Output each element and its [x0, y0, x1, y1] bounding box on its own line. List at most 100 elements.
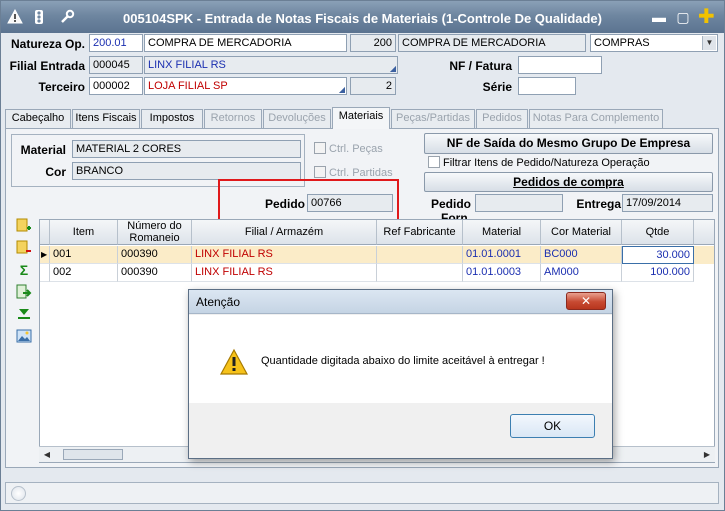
- tab-materiais[interactable]: Materiais: [332, 107, 390, 129]
- tab-cabecalho[interactable]: Cabeçalho: [5, 109, 71, 128]
- cor-field: BRANCO: [72, 162, 301, 180]
- tab-itens-fiscais[interactable]: Itens Fiscais: [72, 109, 140, 128]
- grid-header-indicator: [40, 220, 50, 245]
- material-field: MATERIAL 2 CORES: [72, 140, 301, 158]
- scroll-thumb[interactable]: [63, 449, 123, 460]
- tab-pedidos[interactable]: Pedidos: [476, 109, 528, 128]
- ok-button[interactable]: OK: [510, 414, 595, 438]
- ctrl-pecas-label: Ctrl. Peças: [329, 143, 383, 155]
- image-icon[interactable]: [15, 328, 33, 344]
- grid-header-material[interactable]: Material: [463, 220, 541, 245]
- grid-header-item[interactable]: Item: [50, 220, 118, 245]
- download-icon[interactable]: [15, 306, 33, 322]
- tab-devolucoes[interactable]: Devoluções: [263, 109, 331, 128]
- cell-qtde[interactable]: 100.000: [622, 264, 694, 282]
- serie-field[interactable]: [518, 77, 576, 95]
- cell-cor[interactable]: BC000: [541, 246, 622, 264]
- table-row[interactable]: ▶ 001 000390 LINX FILIAL RS 01.01.0001 B…: [40, 246, 714, 264]
- cell-ref[interactable]: [377, 264, 463, 282]
- tab-impostos[interactable]: Impostos: [141, 109, 203, 128]
- ctrl-partidas-label: Ctrl. Partidas: [329, 167, 393, 179]
- export-icon[interactable]: [15, 284, 33, 300]
- add-icon[interactable]: ✚: [698, 7, 715, 27]
- cell-ref[interactable]: [377, 246, 463, 264]
- terceiro-num-field: 2: [350, 77, 396, 95]
- cell-item[interactable]: 001: [50, 246, 118, 264]
- filial-name-field: LINX FILIAL RS ◢: [144, 56, 398, 74]
- ctrl-partidas-checkbox[interactable]: Ctrl. Partidas: [314, 166, 393, 179]
- dialog-message: Quantidade digitada abaixo do limite ace…: [261, 355, 545, 367]
- tab-pecas-partidas[interactable]: Peças/Partidas: [391, 109, 475, 128]
- nf-field[interactable]: [518, 56, 602, 74]
- cell-romaneio[interactable]: 000390: [118, 264, 192, 282]
- sum-icon[interactable]: Σ: [15, 262, 33, 278]
- cell-material[interactable]: 01.01.0001: [463, 246, 541, 264]
- dialog-title: Atenção: [196, 295, 241, 309]
- serie-label: Série: [482, 80, 512, 94]
- cell-cor[interactable]: AM000: [541, 264, 622, 282]
- nf-saida-button[interactable]: NF de Saída do Mesmo Grupo De Empresa: [424, 133, 713, 154]
- checkbox-box: [314, 166, 326, 178]
- natureza-code-field[interactable]: 200.01: [89, 34, 143, 52]
- cell-qtde[interactable]: 30.000: [622, 246, 694, 264]
- filtrar-label: Filtrar Itens de Pedido/Natureza Operaçã…: [443, 157, 650, 169]
- terceiro-label: Terceiro: [38, 80, 85, 94]
- lookup-corner-icon[interactable]: ◢: [339, 86, 345, 94]
- warning-dialog: Atenção ✕ Quantidade digitada abaixo do …: [188, 289, 613, 459]
- status-bar: [5, 482, 719, 504]
- filtrar-checkbox[interactable]: Filtrar Itens de Pedido/Natureza Operaçã…: [428, 156, 650, 169]
- table-row[interactable]: 002 000390 LINX FILIAL RS 01.01.0003 AM0…: [40, 264, 714, 282]
- terceiro-code-field[interactable]: 000002: [89, 77, 143, 95]
- cell-filial[interactable]: LINX FILIAL RS: [192, 264, 377, 282]
- terceiro-name-field[interactable]: LOJA FILIAL SP ◢: [144, 77, 347, 95]
- cell-item[interactable]: 002: [50, 264, 118, 282]
- status-indicator-icon: [11, 486, 26, 501]
- filial-name-value: LINX FILIAL RS: [148, 59, 226, 71]
- natureza-desc-field[interactable]: COMPRA DE MERCADORIA: [144, 34, 347, 52]
- grid-header-filial[interactable]: Filial / Armazém: [192, 220, 377, 245]
- maximize-icon[interactable]: ▢: [675, 9, 691, 25]
- natureza-tipo-value: COMPRAS: [594, 37, 650, 49]
- pedido-forn-field: [475, 194, 563, 212]
- entrega-field: 17/09/2014: [622, 194, 713, 212]
- grid-header-qtde[interactable]: Qtde: [622, 220, 694, 245]
- cell-romaneio[interactable]: 000390: [118, 246, 192, 264]
- cell-filial[interactable]: LINX FILIAL RS: [192, 246, 377, 264]
- natureza-num-field: 200: [350, 34, 396, 52]
- checkbox-box: [428, 156, 440, 168]
- filial-code-field: 000045: [89, 56, 143, 74]
- grid-header-filler: [694, 220, 714, 245]
- dialog-title-bar: Atenção ✕: [189, 290, 612, 314]
- natureza-tipo-select[interactable]: COMPRAS ▼: [590, 34, 718, 52]
- ctrl-pecas-checkbox[interactable]: Ctrl. Peças: [314, 142, 383, 155]
- grid-header-romaneio[interactable]: Número do Romaneio: [118, 220, 192, 245]
- scroll-right-icon[interactable]: ▶: [701, 449, 713, 461]
- cor-label: Cor: [45, 165, 66, 179]
- warning-icon: [219, 348, 249, 376]
- nf-label: NF / Fatura: [449, 59, 512, 73]
- tab-notas-complemento[interactable]: Notas Para Complemento: [529, 109, 663, 128]
- scroll-left-icon[interactable]: ◀: [41, 449, 53, 461]
- close-button[interactable]: ✕: [566, 292, 606, 310]
- delete-row-icon[interactable]: [15, 240, 33, 256]
- material-label: Material: [20, 143, 66, 157]
- window-title: 005104SPK - Entrada de Notas Fiscais de …: [123, 11, 602, 26]
- row-pointer-icon: ▶: [40, 246, 50, 264]
- title-bar: 005104SPK - Entrada de Notas Fiscais de …: [1, 1, 724, 33]
- main-window: 005104SPK - Entrada de Notas Fiscais de …: [0, 0, 725, 511]
- entrega-label: Entrega: [576, 197, 621, 211]
- minimize-icon[interactable]: ▬: [651, 9, 667, 25]
- chevron-down-icon[interactable]: ▼: [702, 36, 716, 50]
- cell-material[interactable]: 01.01.0003: [463, 264, 541, 282]
- grid-header-ref[interactable]: Ref Fabricante: [377, 220, 463, 245]
- tab-retornos[interactable]: Retornos: [204, 109, 262, 128]
- add-row-icon[interactable]: [15, 218, 33, 234]
- natureza-desc2-field: COMPRA DE MERCADORIA: [398, 34, 586, 52]
- natureza-label: Natureza Op.: [10, 37, 85, 51]
- grid-header-cor[interactable]: Cor Material: [541, 220, 622, 245]
- pedidos-compra-button[interactable]: Pedidos de compra: [424, 172, 713, 192]
- terceiro-name-value: LOJA FILIAL SP: [148, 80, 228, 92]
- checkbox-box: [314, 142, 326, 154]
- filial-label: Filial Entrada: [9, 59, 85, 73]
- lookup-corner-icon[interactable]: ◢: [390, 65, 396, 73]
